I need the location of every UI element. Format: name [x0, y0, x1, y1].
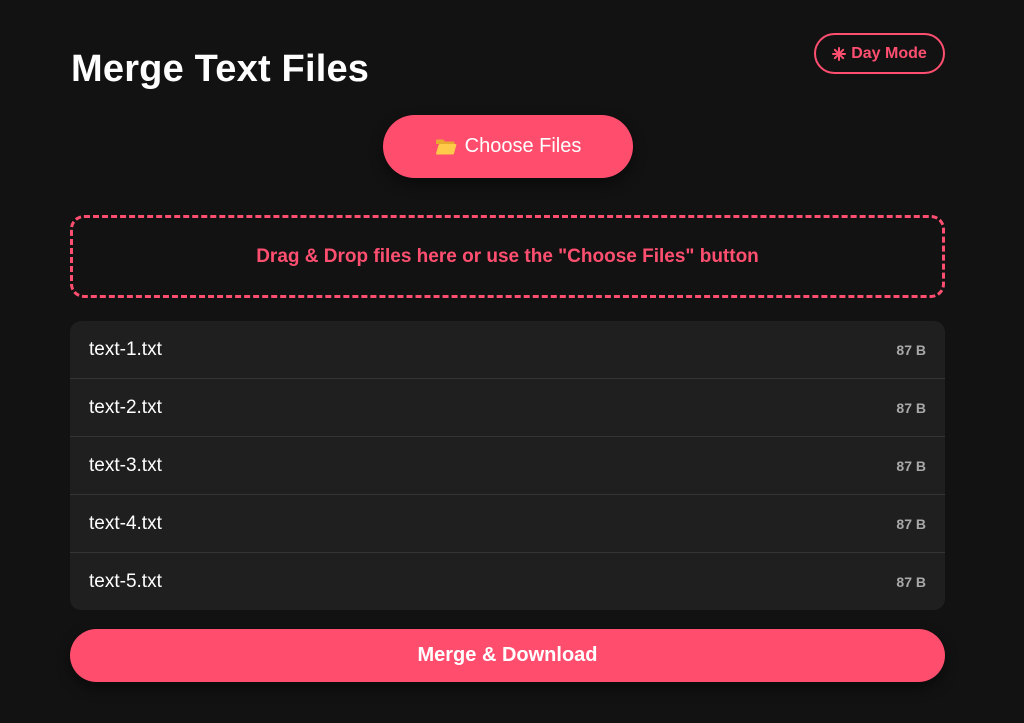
choose-files-label: Choose Files — [464, 135, 582, 157]
file-list-item: text-3.txt 87 B — [70, 437, 945, 495]
folder-icon — [435, 138, 457, 156]
file-list-item: text-1.txt 87 B — [70, 321, 945, 379]
file-list: text-1.txt 87 B text-2.txt 87 B text-3.t… — [70, 321, 945, 610]
choose-files-button[interactable]: Choose Files — [383, 115, 633, 178]
file-name: text-3.txt — [89, 454, 162, 476]
file-name: text-2.txt — [89, 396, 162, 418]
sun-icon — [832, 46, 847, 61]
file-size: 87 B — [896, 457, 926, 474]
file-list-item: text-2.txt 87 B — [70, 379, 945, 437]
page-title: Merge Text Files — [71, 48, 370, 90]
file-name: text-1.txt — [89, 338, 162, 360]
file-size: 87 B — [896, 399, 926, 416]
file-name: text-5.txt — [89, 571, 162, 592]
drop-zone-text: Drag & Drop files here or use the "Choos… — [256, 245, 759, 267]
file-name: text-4.txt — [89, 512, 162, 534]
drop-zone[interactable]: Drag & Drop files here or use the "Choos… — [70, 215, 945, 298]
file-size: 87 B — [896, 574, 926, 590]
merge-download-button[interactable]: Merge & Download — [70, 629, 945, 682]
file-size: 87 B — [896, 515, 926, 532]
file-list-item: text-5.txt 87 B — [70, 553, 945, 610]
merge-app: Merge Text Files Day Mode Choose Files D… — [0, 0, 1024, 723]
file-list-item: text-4.txt 87 B — [70, 495, 945, 553]
day-mode-toggle-button[interactable]: Day Mode — [814, 33, 945, 74]
day-mode-label: Day Mode — [851, 44, 927, 62]
file-size: 87 B — [896, 341, 926, 358]
